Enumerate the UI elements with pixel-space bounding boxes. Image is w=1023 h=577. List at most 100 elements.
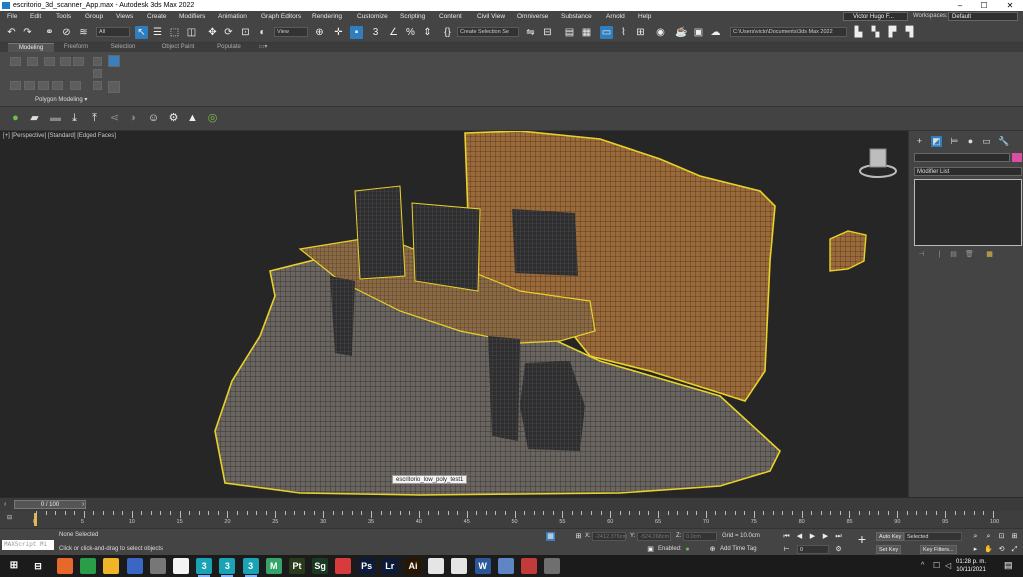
start-button-icon[interactable]: ⊞ xyxy=(6,558,22,574)
unlink-icon[interactable]: ⊘ xyxy=(60,26,73,39)
menu-views[interactable]: Views xyxy=(116,11,133,22)
move-icon[interactable]: ✥ xyxy=(206,26,219,39)
polygon-modeling-label[interactable]: Polygon Modeling ▾ xyxy=(35,96,87,103)
workspace-dropdown[interactable]: Default xyxy=(948,12,1018,21)
task-view-icon[interactable]: ⊟ xyxy=(30,558,46,574)
modify-tab-icon[interactable]: ◩ xyxy=(931,136,942,147)
play-icon[interactable]: ▶ xyxy=(808,532,817,541)
menu-content[interactable]: Content xyxy=(439,11,462,22)
menu-civil-view[interactable]: Civil View xyxy=(477,11,505,22)
taskbar-app-icon[interactable] xyxy=(544,558,561,574)
perspective-viewport[interactable]: [+] [Perspective] [Standard] [Edged Face… xyxy=(0,131,908,497)
enabled-toggle-icon[interactable]: ● xyxy=(683,545,692,554)
user-account-dropdown[interactable]: Victor Hugo F... xyxy=(843,12,908,21)
menu-file[interactable]: File xyxy=(7,11,17,22)
track-bar-toggle-icon[interactable]: ⊟ xyxy=(7,514,12,521)
ribbon-tool-button[interactable] xyxy=(108,81,120,93)
key-filters-button[interactable]: Key Filters... xyxy=(920,545,957,554)
time-slider-thumb[interactable]: 0 / 100 xyxy=(14,500,86,509)
edit-named-selection-icon[interactable]: {} xyxy=(441,26,454,39)
menu-omniverse[interactable]: Omniverse xyxy=(517,11,548,22)
menu-rendering[interactable]: Rendering xyxy=(312,11,342,22)
set-key-button[interactable]: Set Key xyxy=(876,545,902,554)
time-slider-next-icon[interactable]: › xyxy=(82,501,84,508)
taskbar-app-icon[interactable] xyxy=(57,558,73,574)
taskbar-app-icon[interactable] xyxy=(451,558,468,574)
menu-graph-editors[interactable]: Graph Editors xyxy=(261,11,301,22)
toggle-icon[interactable]: ◑ xyxy=(126,112,139,125)
scene-explorer-icon[interactable]: ▤ xyxy=(563,26,576,39)
ribbon-tool-button[interactable] xyxy=(24,81,35,90)
export-up-icon[interactable]: ⤒ xyxy=(88,112,101,125)
person-icon[interactable]: ● xyxy=(9,112,22,125)
ribbon-tool-button[interactable] xyxy=(93,81,102,90)
set-key-plus-icon[interactable]: + xyxy=(855,532,869,549)
x-coordinate-field[interactable]: -2412.376cm xyxy=(592,532,627,541)
taskbar-app-icon[interactable] xyxy=(497,558,514,574)
notifications-icon[interactable]: ▤ xyxy=(1004,560,1013,571)
ribbon-tool-button[interactable] xyxy=(38,81,49,90)
graduation-cap-icon[interactable]: ▲ xyxy=(186,112,199,125)
object-name-field[interactable] xyxy=(914,153,1010,162)
redo-icon[interactable]: ↷ xyxy=(21,26,34,39)
project-folder-dropdown[interactable]: C:\Users\victo\Documents\3ds Max 2022 xyxy=(730,27,847,37)
viewport-label[interactable]: [+] [Perspective] [Standard] [Edged Face… xyxy=(3,133,116,139)
motion-tab-icon[interactable]: ● xyxy=(965,136,976,147)
tab-object-paint[interactable]: Object Paint xyxy=(153,43,203,52)
zoom-extents-all-icon[interactable]: ⊞ xyxy=(1010,532,1019,541)
create-selection-set-dropdown[interactable]: Create Selection Se xyxy=(457,27,519,37)
link-icon[interactable]: ⚭ xyxy=(43,26,56,39)
create-tab-icon[interactable]: + xyxy=(914,136,925,147)
percent-snap-icon[interactable]: % xyxy=(404,26,417,39)
track-bar[interactable]: ⊟ 0 5 10 15 20 25 30 35 40 45 50 55 60 65 70 75 80 85 90 95… xyxy=(0,511,1023,528)
taskbar-app-icon[interactable]: 3 xyxy=(196,558,213,577)
ribbon-tool-button[interactable] xyxy=(27,57,38,66)
share-icon[interactable]: ⋖ xyxy=(108,112,121,125)
absolute-mode-icon[interactable]: ⊞ xyxy=(574,532,583,541)
taskbar-app-icon[interactable] xyxy=(149,558,166,574)
go-to-end-icon[interactable]: ⏭ xyxy=(834,532,843,541)
taskbar-app-icon[interactable] xyxy=(428,558,445,574)
ribbon-tool-button[interactable] xyxy=(93,57,102,66)
maximize-button[interactable]: ☐ xyxy=(975,0,993,11)
next-frame-icon[interactable]: ▶ xyxy=(821,532,830,541)
ribbon-tool-button[interactable] xyxy=(93,69,102,78)
pan-icon[interactable]: ✋ xyxy=(984,545,993,554)
menu-modifiers[interactable]: Modifiers xyxy=(179,11,205,22)
modifier-stack[interactable] xyxy=(914,179,1022,246)
zoom-icon[interactable]: ⌕ xyxy=(971,532,980,541)
add-time-tag-label[interactable]: Add Time Tag xyxy=(720,546,757,552)
make-unique-icon[interactable]: ▤ xyxy=(949,251,958,259)
tab-selection[interactable]: Selection xyxy=(103,43,143,52)
go-to-start-icon[interactable]: ⏮ xyxy=(782,532,791,541)
isolate-selection-icon[interactable]: ▦ xyxy=(546,532,555,541)
menu-create[interactable]: Create xyxy=(147,11,167,22)
adaptive-degradation-icon[interactable]: ▣ xyxy=(646,545,655,554)
maxscript-listener[interactable]: MAXScript Mi xyxy=(2,540,54,550)
layer-explorer-icon[interactable]: ▦ xyxy=(580,26,593,39)
close-button[interactable]: ✕ xyxy=(1001,0,1019,11)
field-of-view-icon[interactable]: ▸ xyxy=(971,545,980,554)
taskbar-app-icon[interactable]: 3 xyxy=(242,558,259,577)
scale-icon[interactable]: ⊡ xyxy=(239,26,252,39)
key-mode-toggle-icon[interactable]: ⊢ xyxy=(782,545,791,554)
menu-help[interactable]: Help xyxy=(638,11,651,22)
minimize-button[interactable]: – xyxy=(951,0,969,11)
ribbon-tool-button[interactable] xyxy=(44,57,55,66)
tab-populate[interactable]: Populate xyxy=(209,43,249,52)
tab-freeform[interactable]: Freeform xyxy=(56,43,96,52)
taskbar-clock[interactable]: 01:28 p. m. 10/11/2021 xyxy=(956,558,986,574)
taskbar-app-icon[interactable]: Ps xyxy=(358,558,375,574)
rectangular-selection-icon[interactable]: ⬚ xyxy=(168,26,181,39)
ribbon-tool-button[interactable] xyxy=(60,57,71,66)
taskbar-app-icon[interactable]: Lr xyxy=(381,558,398,574)
display-tab-icon[interactable]: ▭ xyxy=(981,136,992,147)
rotate-icon[interactable]: ⟳ xyxy=(222,26,235,39)
render-setup-icon[interactable]: ☕ xyxy=(675,26,688,39)
add-time-tag-icon[interactable]: ⊕ xyxy=(708,545,717,554)
modifier-list-dropdown[interactable]: Modifier List xyxy=(914,167,1022,176)
ribbon-tool-button[interactable] xyxy=(108,55,120,67)
time-slider[interactable]: ‹ 0 / 100 › xyxy=(0,497,1023,511)
taskbar-app-icon[interactable]: Sg xyxy=(312,558,329,574)
refresh-green-icon[interactable]: ◎ xyxy=(206,112,219,125)
